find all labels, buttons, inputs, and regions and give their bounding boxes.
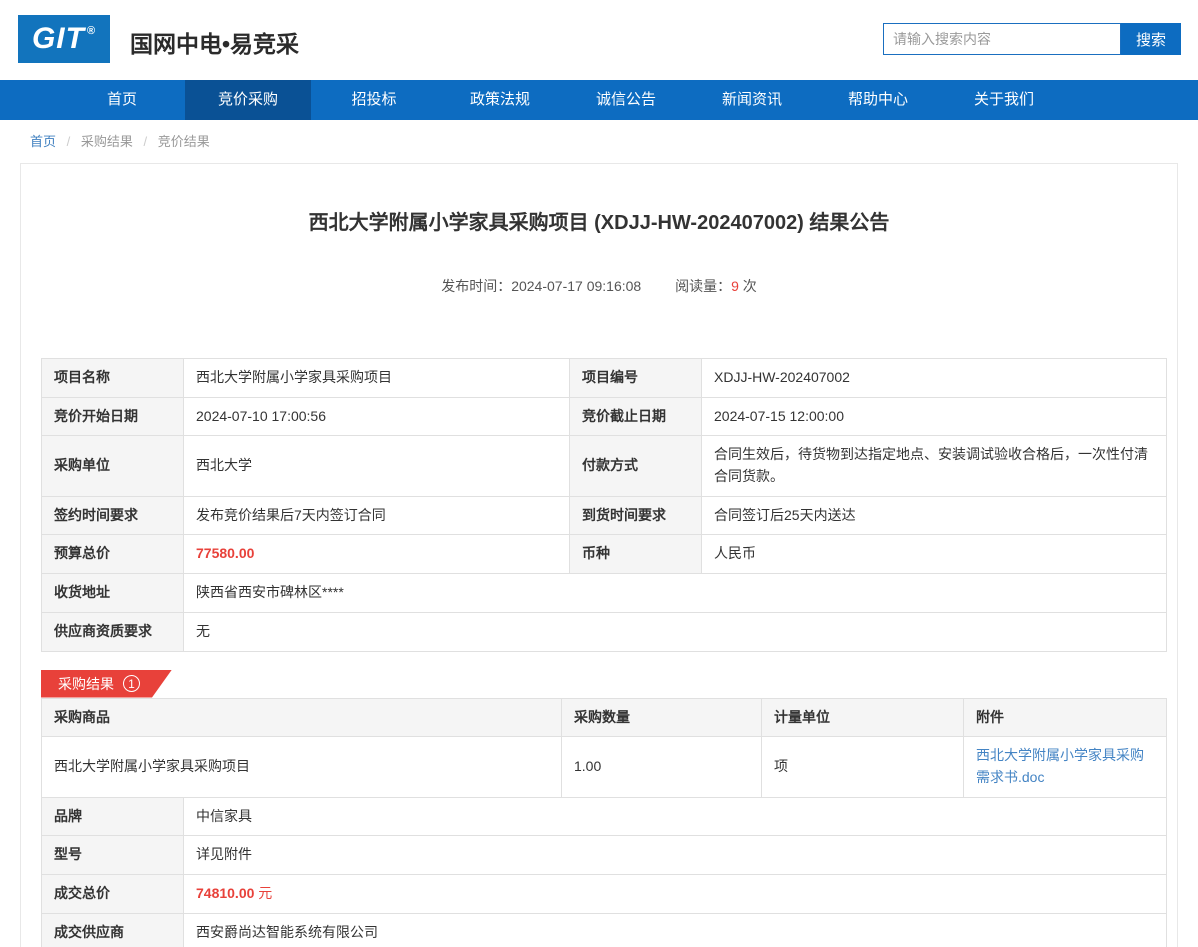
product-name: 西北大学附属小学家具采购项目	[42, 737, 562, 797]
table-row: 项目名称 西北大学附属小学家具采购项目 项目编号 XDJJ-HW-2024070…	[42, 359, 1167, 398]
deal-detail-table: 品牌 中信家具 型号 详见附件 成交总价 74810.00 元 成交供应商 西安…	[41, 797, 1167, 947]
nav-item-home[interactable]: 首页	[59, 80, 185, 120]
table-row: 采购单位 西北大学 付款方式 合同生效后，待货物到达指定地点、安装调试验收合格后…	[42, 436, 1167, 496]
field-value: 西北大学附属小学家具采购项目	[184, 359, 570, 398]
nav-item-policies[interactable]: 政策法规	[437, 80, 563, 120]
field-value: 西安爵尚达智能系统有限公司	[184, 913, 1167, 947]
result-badge-row: 采购结果 1	[41, 670, 1157, 698]
table-row: 西北大学附属小学家具采购项目 1.00 项 西北大学附属小学家具采购需求书.do…	[42, 737, 1167, 797]
purchase-quantity: 1.00	[562, 737, 762, 797]
table-row: 预算总价 77580.00 币种 人民币	[42, 535, 1167, 574]
table-row: 收货地址 陕西省西安市碑林区****	[42, 574, 1167, 613]
logo-text: GIT	[32, 22, 85, 56]
field-label: 签约时间要求	[42, 496, 184, 535]
column-header: 附件	[964, 698, 1167, 737]
field-label: 竞价截止日期	[570, 397, 702, 436]
field-label: 供应商资质要求	[42, 612, 184, 651]
field-value: 无	[184, 612, 1167, 651]
site-title: 国网中电•易竞采	[130, 25, 299, 59]
field-value: 2024-07-15 12:00:00	[702, 397, 1167, 436]
field-label: 品牌	[42, 797, 184, 836]
search-button[interactable]: 搜索	[1121, 23, 1181, 55]
field-label: 型号	[42, 836, 184, 875]
table-row: 成交供应商 西安爵尚达智能系统有限公司	[42, 913, 1167, 947]
unit-of-measure: 项	[762, 737, 964, 797]
field-label: 付款方式	[570, 436, 702, 496]
table-row: 供应商资质要求 无	[42, 612, 1167, 651]
field-value: 中信家具	[184, 797, 1167, 836]
nav-item-bidding-purchase[interactable]: 竞价采购	[185, 80, 311, 120]
field-value: 合同签订后25天内送达	[702, 496, 1167, 535]
field-value: 陕西省西安市碑林区****	[184, 574, 1167, 613]
badge-label: 采购结果	[58, 674, 114, 694]
field-value: 发布竞价结果后7天内签订合同	[184, 496, 570, 535]
field-value: 详见附件	[184, 836, 1167, 875]
field-label: 币种	[570, 535, 702, 574]
breadcrumb-bidding-results[interactable]: 竞价结果	[158, 134, 210, 149]
nav-item-help-center[interactable]: 帮助中心	[815, 80, 941, 120]
breadcrumb-home[interactable]: 首页	[30, 134, 56, 149]
project-info-table: 项目名称 西北大学附属小学家具采购项目 项目编号 XDJJ-HW-2024070…	[41, 358, 1167, 652]
field-value: 合同生效后，待货物到达指定地点、安装调试验收合格后，一次性付清合同货款。	[702, 436, 1167, 496]
field-label: 收货地址	[42, 574, 184, 613]
field-label: 预算总价	[42, 535, 184, 574]
view-count-number: 9	[731, 278, 739, 294]
nav-item-integrity-notices[interactable]: 诚信公告	[563, 80, 689, 120]
search-bar: 搜索	[883, 23, 1181, 55]
table-row: 竞价开始日期 2024-07-10 17:00:56 竞价截止日期 2024-0…	[42, 397, 1167, 436]
deal-total-price: 74810.00 元	[184, 874, 1167, 913]
main-nav: 首页 竞价采购 招投标 政策法规 诚信公告 新闻资讯 帮助中心 关于我们	[0, 80, 1198, 120]
site-logo[interactable]: GIT®	[18, 15, 110, 63]
field-label: 项目编号	[570, 359, 702, 398]
page-title: 西北大学附属小学家具采购项目 (XDJJ-HW-202407002) 结果公告	[21, 164, 1177, 235]
budget-total-value: 77580.00	[184, 535, 570, 574]
field-value: 西北大学	[184, 436, 570, 496]
field-label: 成交总价	[42, 874, 184, 913]
field-value: XDJJ-HW-202407002	[702, 359, 1167, 398]
view-count: 阅读量：9 次	[675, 278, 757, 294]
breadcrumb: 首页 / 采购结果 / 竞价结果	[0, 120, 1198, 160]
nav-item-tenders[interactable]: 招投标	[311, 80, 437, 120]
attachment-link[interactable]: 西北大学附属小学家具采购需求书.doc	[976, 747, 1144, 785]
table-row: 签约时间要求 发布竞价结果后7天内签订合同 到货时间要求 合同签订后25天内送达	[42, 496, 1167, 535]
badge-number-icon: 1	[123, 675, 140, 692]
announcement-card: 西北大学附属小学家具采购项目 (XDJJ-HW-202407002) 结果公告 …	[20, 163, 1178, 947]
publish-time: 发布时间：2024-07-17 09:16:08	[441, 278, 641, 294]
table-row: 品牌 中信家具	[42, 797, 1167, 836]
attachment-cell: 西北大学附属小学家具采购需求书.doc	[964, 737, 1167, 797]
table-row: 成交总价 74810.00 元	[42, 874, 1167, 913]
column-header: 计量单位	[762, 698, 964, 737]
breadcrumb-purchase-results[interactable]: 采购结果	[81, 134, 133, 149]
nav-item-news[interactable]: 新闻资讯	[689, 80, 815, 120]
field-label: 成交供应商	[42, 913, 184, 947]
breadcrumb-separator: /	[144, 134, 148, 149]
field-label: 项目名称	[42, 359, 184, 398]
site-header: GIT® 国网中电•易竞采 搜索	[0, 0, 1198, 80]
field-value: 人民币	[702, 535, 1167, 574]
field-label: 采购单位	[42, 436, 184, 496]
announcement-meta: 发布时间：2024-07-17 09:16:08 阅读量：9 次	[21, 276, 1177, 296]
purchase-result-table: 采购商品 采购数量 计量单位 附件 西北大学附属小学家具采购项目 1.00 项 …	[41, 698, 1167, 798]
registered-trademark-icon: ®	[87, 25, 96, 37]
column-header: 采购数量	[562, 698, 762, 737]
field-label: 竞价开始日期	[42, 397, 184, 436]
purchase-result-badge: 采购结果 1	[41, 670, 172, 698]
field-value: 2024-07-10 17:00:56	[184, 397, 570, 436]
field-label: 到货时间要求	[570, 496, 702, 535]
nav-item-about-us[interactable]: 关于我们	[941, 80, 1067, 120]
column-header: 采购商品	[42, 698, 562, 737]
table-header-row: 采购商品 采购数量 计量单位 附件	[42, 698, 1167, 737]
breadcrumb-separator: /	[67, 134, 71, 149]
search-input[interactable]	[883, 23, 1121, 55]
table-row: 型号 详见附件	[42, 836, 1167, 875]
